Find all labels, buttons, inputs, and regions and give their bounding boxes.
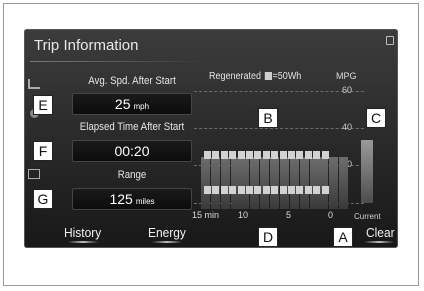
regen-cell <box>246 151 253 159</box>
avg-speed-label: Avg. Spd. After Start <box>88 75 176 87</box>
avg-speed-value-box: 25 mph <box>72 93 192 115</box>
range-label: Range <box>117 169 147 181</box>
mpg-bar <box>279 157 289 209</box>
callout-f: F <box>33 141 53 161</box>
regen-cell <box>304 186 312 194</box>
mpg-bar <box>240 157 250 209</box>
regen-cell <box>212 151 220 159</box>
x-tick-0: 0 <box>328 210 334 220</box>
callout-d: D <box>258 227 278 247</box>
regen-cell <box>229 186 237 194</box>
callout-a: A <box>333 227 353 247</box>
regen-cell <box>271 151 279 159</box>
callout-g: G <box>33 189 53 209</box>
mpg-bar <box>339 157 349 209</box>
regen-cell <box>313 186 321 194</box>
avg-speed-unit: mph <box>133 102 150 111</box>
regen-cell <box>296 151 304 159</box>
regen-cell <box>204 186 211 194</box>
regen-cell <box>262 151 270 159</box>
mpg-bar-chart <box>200 119 349 209</box>
mpg-bar <box>210 157 220 209</box>
regen-cell <box>296 186 304 194</box>
screen-title: Trip Information <box>34 37 139 54</box>
regen-cell <box>304 151 312 159</box>
regen-cell <box>204 151 211 159</box>
chart-icon <box>28 79 40 89</box>
range-value-box: 125 miles <box>72 188 192 210</box>
regen-cell <box>279 151 287 159</box>
regen-cell <box>246 186 253 194</box>
elapsed-time-value-box: 00:20 <box>72 140 192 162</box>
regen-cell <box>254 151 262 159</box>
regen-cell <box>313 151 321 159</box>
x-tick-5: 5 <box>286 210 292 220</box>
mpg-bar <box>289 157 299 209</box>
mpg-bar <box>270 157 280 209</box>
energy-underline <box>152 241 182 243</box>
regen-row-lower <box>204 186 329 194</box>
regen-row-upper <box>204 151 329 159</box>
clear-button[interactable]: Clear <box>366 225 395 240</box>
mpg-bar <box>220 157 230 209</box>
regen-cell <box>220 151 228 159</box>
regen-cell <box>321 151 329 159</box>
mpg-bar <box>319 157 329 209</box>
callout-c: C <box>366 108 386 128</box>
regen-cell <box>321 186 329 194</box>
history-button[interactable]: History <box>64 225 101 240</box>
regen-cell <box>254 186 262 194</box>
energy-button[interactable]: Energy <box>148 225 186 240</box>
regenerated-label: Regenerated <box>209 71 262 82</box>
callout-b: B <box>258 108 278 128</box>
mpg-bar <box>230 157 240 209</box>
elapsed-time-label: Elapsed Time After Start <box>79 121 185 133</box>
avg-speed-value: 25 <box>114 96 131 112</box>
mpg-bar <box>299 157 309 209</box>
regen-cell <box>288 151 295 159</box>
fuel-icon <box>28 169 40 179</box>
grid-line-60 <box>194 91 364 92</box>
range-unit: miles <box>135 197 155 206</box>
mpg-axis-label: MPG <box>336 71 357 81</box>
title-divider <box>30 61 210 62</box>
regen-cell <box>237 186 245 194</box>
regen-cell <box>237 151 245 159</box>
regen-cell <box>212 186 220 194</box>
mpg-bar <box>201 157 210 209</box>
mpg-bar <box>329 157 339 209</box>
regen-cell <box>229 151 237 159</box>
x-tick-10: 10 <box>238 210 249 220</box>
callout-e: E <box>33 95 53 115</box>
elapsed-time-value: 00:20 <box>114 143 150 159</box>
regen-cell <box>279 186 287 194</box>
regen-cell <box>220 186 228 194</box>
page-icon <box>386 36 394 45</box>
x-tick-15min: 15 min <box>192 210 220 220</box>
mpg-bar <box>250 157 260 209</box>
regenerated-unit: =50Wh <box>272 71 302 82</box>
regenerated-legend: Regenerated =50Wh <box>209 71 301 82</box>
mpg-bar <box>260 157 270 209</box>
range-value: 125 <box>109 191 133 207</box>
history-underline <box>68 241 98 243</box>
current-label: Current <box>354 212 381 221</box>
regen-cell <box>288 186 295 194</box>
regen-cell <box>271 186 279 194</box>
regen-square-icon <box>264 72 272 81</box>
trip-information-screen: Trip Information Avg. Spd. After Start 2… <box>24 29 398 248</box>
mpg-bar <box>309 157 319 209</box>
clear-underline <box>364 241 394 243</box>
y-tick-60: 60 <box>342 85 353 95</box>
current-mpg-bar <box>361 140 373 203</box>
regen-cell <box>262 186 270 194</box>
